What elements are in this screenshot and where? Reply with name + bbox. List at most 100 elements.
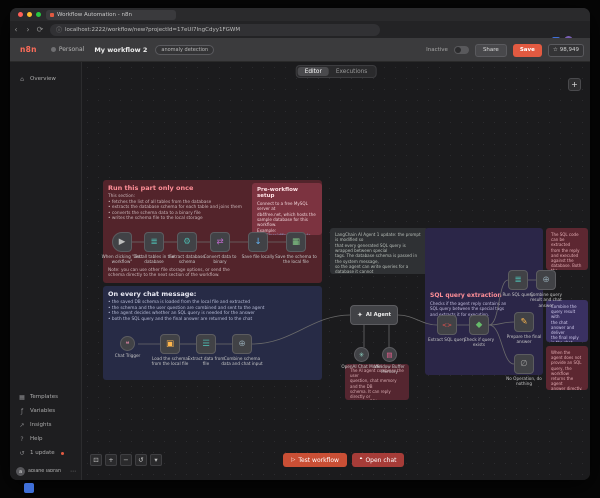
sticky-note-right-top[interactable]: The SQL code can be extracted from the r… xyxy=(546,228,588,270)
update-icon: ↺ xyxy=(18,450,26,457)
node-noop[interactable]: ∅ No Operation, do nothing xyxy=(514,354,534,387)
merge-icon: ⊕ xyxy=(238,339,245,349)
breadcrumb-project[interactable]: Personal xyxy=(51,46,85,53)
node-load-schema[interactable]: ▣ Load the schema from the local file xyxy=(160,334,180,367)
save-button[interactable]: Save xyxy=(513,44,542,57)
active-toggle[interactable] xyxy=(454,46,469,54)
sidebar: ⌂ Overview ▦ Templates ƒ Variables ↗ Ins… xyxy=(10,62,82,480)
user-more-icon[interactable]: ⋯ xyxy=(70,468,76,475)
tab-editor[interactable]: Editor xyxy=(298,67,329,76)
workflow-canvas[interactable]: Editor Executions + Run this part only o… xyxy=(82,62,590,480)
database-icon: ≣ xyxy=(514,275,521,285)
merge-icon: ⊕ xyxy=(542,275,549,285)
avatar: a xyxy=(16,467,25,476)
add-node-button[interactable]: + xyxy=(568,78,581,91)
workflow-name[interactable]: My workflow 2 xyxy=(94,46,147,54)
address-bar[interactable]: ⓘ localhost:2222/workflow/new?projectId=… xyxy=(50,24,380,36)
user-menu[interactable]: a ablane labran ⋯ xyxy=(10,467,82,476)
insights-icon: ↗ xyxy=(18,422,26,429)
download-icon: ↓ xyxy=(254,237,261,247)
github-stars-widget[interactable]: ☆ 98,949 xyxy=(548,44,584,57)
user-name: ablane labran xyxy=(28,469,67,474)
node-window-buffer-memory[interactable]: ▤ Window Buffer Memory xyxy=(382,347,397,375)
zoom-out-button[interactable]: − xyxy=(120,454,132,466)
openai-icon: ✳ xyxy=(359,351,364,359)
node-chat-trigger[interactable]: ❝ Chat Trigger xyxy=(120,336,135,358)
sidebar-item-overview[interactable]: ⌂ Overview xyxy=(10,72,81,86)
sidebar-item-help[interactable]: ? Help xyxy=(10,432,82,446)
node-save-schema[interactable]: ▦ Save the schema to the local file xyxy=(286,232,306,265)
home-icon: ⌂ xyxy=(18,76,26,83)
sidebar-item-templates[interactable]: ▦ Templates xyxy=(10,390,82,404)
star-icon: ☆ xyxy=(553,47,558,53)
code-icon: <> xyxy=(442,322,452,329)
canvas-controls: ⊡ + − ↺ ▾ xyxy=(90,454,162,466)
play-icon: ▶ xyxy=(119,237,126,247)
sidebar-item-updates[interactable]: ↺ 1 update xyxy=(10,446,82,460)
minimize-window-button[interactable] xyxy=(27,12,32,17)
node-ai-agent[interactable]: ✦ AI Agent xyxy=(350,305,398,325)
undo-button[interactable]: ↺ xyxy=(135,454,147,466)
test-workflow-button[interactable]: ▷ Test workflow xyxy=(283,453,347,467)
sticky-note-agent-update[interactable]: LangChain AI Agent 1 update: the prompt … xyxy=(330,228,428,274)
noop-icon: ∅ xyxy=(520,359,527,369)
list-icon: ☰ xyxy=(202,339,210,349)
browser-tabbar: Workflow Automation - n8n xyxy=(10,8,590,21)
node-convert-binary[interactable]: ⇄ Convert data to binary xyxy=(210,232,230,265)
node-extract-sql[interactable]: <> Extract SQL query xyxy=(437,315,457,342)
browser-window: Workflow Automation - n8n ‹ › ⟳ ⓘ localh… xyxy=(10,8,590,480)
forward-icon[interactable]: › xyxy=(22,25,34,34)
templates-icon: ▦ xyxy=(18,394,26,401)
if-branch-icon: ◆ xyxy=(476,320,483,330)
share-button[interactable]: Share xyxy=(475,44,507,57)
browser-tab[interactable]: Workflow Automation - n8n xyxy=(46,10,176,20)
node-extract-schema[interactable]: ⚙ Extract database schema xyxy=(177,232,197,265)
node-manual-trigger[interactable]: ▶ When clicking "Test workflow" xyxy=(112,232,132,265)
browser-urlbar: ‹ › ⟳ ⓘ localhost:2222/workflow/new?proj… xyxy=(10,21,590,38)
memory-icon: ▤ xyxy=(386,351,392,359)
tab-executions[interactable]: Executions xyxy=(329,67,374,76)
sticky-note-pre-setup[interactable]: Pre-workflow setup Connect to a free MyS… xyxy=(252,183,322,235)
node-combine-input[interactable]: ⊕ Combine schema data and chat input xyxy=(232,334,252,367)
url-text: localhost:2222/workflow/new?projectId=17… xyxy=(65,27,240,33)
sparkle-icon: ✦ xyxy=(357,311,363,319)
node-check-query[interactable]: ◆ Check if query exists xyxy=(469,315,489,348)
star-count: 98,949 xyxy=(560,47,579,53)
open-chat-button[interactable]: ❝ Open chat xyxy=(352,453,404,467)
gear-icon: ⚙ xyxy=(183,237,191,247)
update-badge-dot xyxy=(61,452,64,455)
site-info-icon[interactable]: ⓘ xyxy=(56,25,62,34)
active-status-label: Inactive xyxy=(426,47,448,53)
project-icon xyxy=(51,47,56,52)
zoom-in-button[interactable]: + xyxy=(105,454,117,466)
node-list-tables[interactable]: ≣ List all tables in the database xyxy=(144,232,164,265)
play-icon: ▷ xyxy=(291,457,295,463)
app-header: n8n Personal My workflow 2 anomaly detec… xyxy=(10,38,590,62)
convert-icon: ⇄ xyxy=(216,237,223,247)
table-icon: ≣ xyxy=(150,237,157,247)
sidebar-item-insights[interactable]: ↗ Insights xyxy=(10,418,82,432)
chat-icon: ❝ xyxy=(126,340,130,348)
close-window-button[interactable] xyxy=(18,12,23,17)
workflow-tag[interactable]: anomaly detection xyxy=(155,45,214,55)
node-combine-result[interactable]: ⊕ Combine query result and chat answer xyxy=(536,270,556,308)
fit-view-button[interactable]: ⊡ xyxy=(90,454,102,466)
node-prepare-answer[interactable]: ✎ Prepare the final answer xyxy=(514,312,534,345)
chat-icon: ❝ xyxy=(359,457,362,463)
favicon xyxy=(50,13,54,17)
sticky-note-right-bottom[interactable]: When the agent does not provide an SQL q… xyxy=(546,346,588,390)
n8n-logo[interactable]: n8n xyxy=(20,45,37,54)
node-save-file[interactable]: ↓ Save file locally xyxy=(248,232,268,259)
view-tabs: Editor Executions xyxy=(296,65,377,78)
reload-icon[interactable]: ⟳ xyxy=(34,25,46,34)
maximize-window-button[interactable] xyxy=(36,12,41,17)
variables-icon: ƒ xyxy=(18,408,26,415)
back-icon[interactable]: ‹ xyxy=(10,25,22,34)
node-openai-chat-model[interactable]: ✳ OpenAI Chat Model xyxy=(354,347,369,369)
dock-icon[interactable] xyxy=(24,483,34,493)
pencil-icon: ✎ xyxy=(520,317,527,327)
node-extract-file[interactable]: ☰ Extract data from file xyxy=(196,334,216,367)
tidy-up-button[interactable]: ▾ xyxy=(150,454,162,466)
sidebar-item-variables[interactable]: ƒ Variables xyxy=(10,404,82,418)
tab-title: Workflow Automation - n8n xyxy=(57,12,132,18)
